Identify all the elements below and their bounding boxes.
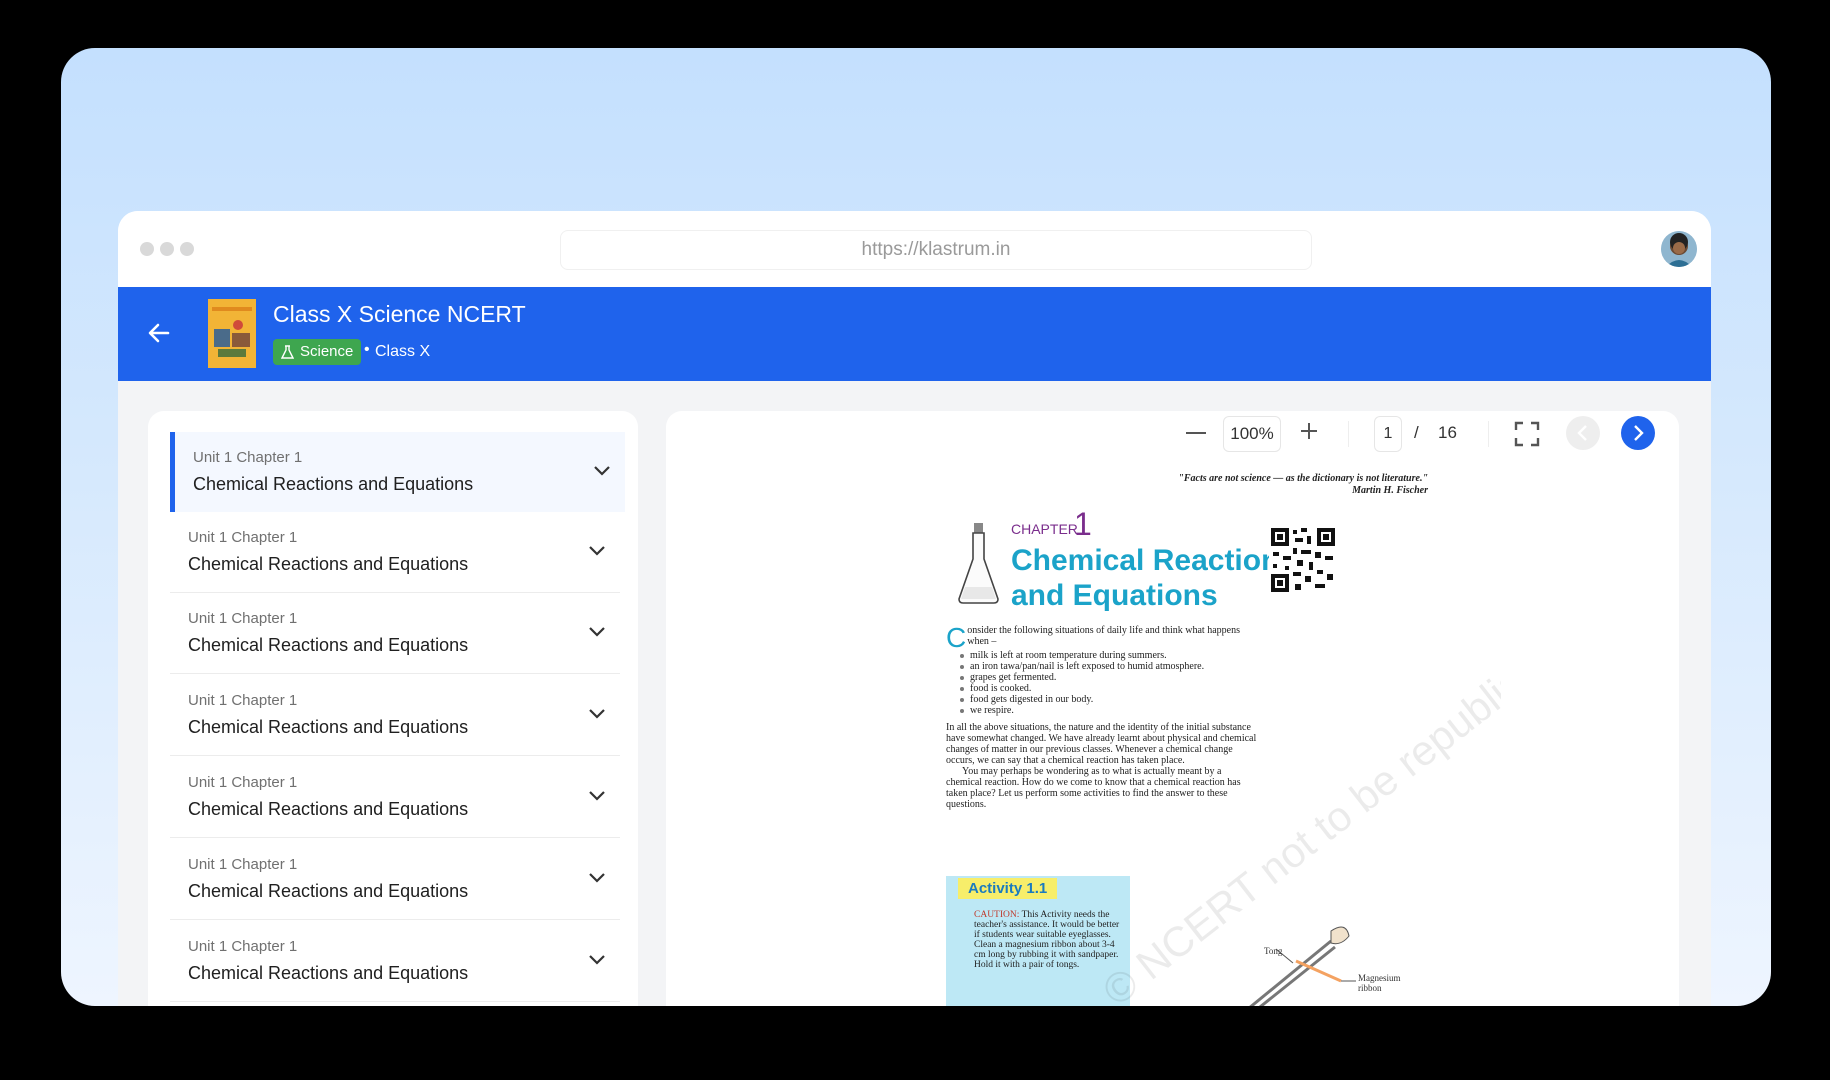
chapter-item[interactable]: Unit 1 Chapter 1 Chemical Reactions and … bbox=[170, 512, 620, 593]
activity-title: Activity 1.1 bbox=[958, 878, 1058, 899]
chapter-title: Chemical Reactions and Equations bbox=[188, 881, 469, 901]
list-item: milk is left at room temperature during … bbox=[960, 650, 1258, 661]
chevron-down-icon[interactable] bbox=[588, 872, 606, 884]
chapter-unit: Unit 1 Chapter 1 bbox=[188, 692, 298, 709]
chapter-unit: Unit 1 Chapter 1 bbox=[193, 449, 303, 466]
header-separator: • bbox=[364, 341, 370, 358]
chapter-body: Consider the following situations of dai… bbox=[946, 622, 1258, 811]
activity-step: Hold it with a pair of tongs. bbox=[974, 960, 1080, 970]
chapter-item[interactable]: Unit 1 Chapter 1 Chemical Reactions and … bbox=[170, 921, 620, 1002]
situation-list: milk is left at room temperature during … bbox=[960, 650, 1258, 716]
user-avatar[interactable] bbox=[1661, 231, 1697, 267]
activity-step: Clean a magnesium ribbon about 3-4 cm lo… bbox=[974, 940, 1119, 960]
flask-icon bbox=[281, 344, 294, 359]
chapter-item[interactable]: Unit 1 Chapter 1 Chemical Reactions and … bbox=[170, 675, 620, 756]
list-item: food gets digested in our body. bbox=[960, 694, 1258, 705]
subject-label: Science bbox=[300, 343, 354, 360]
chevron-right-icon bbox=[1634, 425, 1644, 441]
backdrop: https://klastrum.in Class X Science NCER… bbox=[61, 48, 1771, 1006]
chapter-item[interactable]: Unit 1 Chapter 1 Chemical Reactions and … bbox=[170, 432, 625, 512]
toolbar-divider bbox=[1348, 421, 1349, 447]
chapter-title: Chemical Reactions and Equations bbox=[188, 963, 469, 983]
chapter-heading: Chemical Reactions and Equations bbox=[1011, 543, 1296, 613]
quote-text: "Facts are not science — as the dictiona… bbox=[1178, 473, 1428, 484]
chevron-down-icon[interactable] bbox=[588, 708, 606, 720]
chevron-down-icon[interactable] bbox=[588, 626, 606, 638]
chapter-list: Unit 1 Chapter 1 Chemical Reactions and … bbox=[148, 411, 638, 1006]
book-cover-thumbnail bbox=[208, 299, 256, 368]
figure-label-tong: Tong bbox=[1264, 946, 1283, 956]
previous-page-button[interactable] bbox=[1566, 416, 1600, 450]
list-item: an iron tawa/pan/nail is left exposed to… bbox=[960, 661, 1258, 672]
chevron-down-icon[interactable] bbox=[588, 790, 606, 802]
pdf-viewer: 100% 1 / 16 "Facts are not science — as … bbox=[666, 411, 1679, 1006]
activity-text: CAUTION: This Activity needs the teacher… bbox=[974, 910, 1124, 970]
list-item: we respire. bbox=[960, 705, 1258, 716]
window-control-dot[interactable] bbox=[140, 242, 154, 256]
figure-label-ribbon: Magnesium ribbon bbox=[1358, 973, 1401, 993]
class-label: Class X bbox=[375, 343, 431, 360]
chapter-label: CHAPTER bbox=[1011, 521, 1078, 537]
chapter-item[interactable]: Unit 1 Chapter 1 Chemical Reactions and … bbox=[170, 839, 620, 920]
chapter-title: Chemical Reactions and Equations bbox=[188, 799, 469, 819]
toolbar-divider bbox=[1488, 421, 1489, 447]
conical-flask-icon bbox=[958, 523, 999, 604]
chapter-heading-line: and Equations bbox=[1011, 579, 1218, 612]
quote-author: Martin H. Fischer bbox=[1352, 485, 1428, 496]
zoom-level[interactable]: 100% bbox=[1223, 416, 1281, 452]
avatar-icon bbox=[1661, 231, 1697, 267]
main-content: Unit 1 Chapter 1 Chemical Reactions and … bbox=[118, 381, 1711, 1006]
chapter-unit: Unit 1 Chapter 1 bbox=[188, 610, 298, 627]
list-item: food is cooked. bbox=[960, 683, 1258, 694]
book-title: Class X Science NCERT bbox=[273, 301, 526, 327]
app-header: Class X Science NCERT Science • Class X bbox=[118, 287, 1711, 381]
book-cover-icon bbox=[208, 299, 256, 368]
intro-text: onsider the following situations of dail… bbox=[967, 625, 1240, 647]
page-separator: / bbox=[1414, 423, 1419, 442]
chevron-down-icon[interactable] bbox=[593, 465, 611, 477]
total-pages: 16 bbox=[1438, 423, 1457, 442]
chapter-heading-line: Chemical Reactions bbox=[1011, 544, 1297, 577]
window-control-dot[interactable] bbox=[180, 242, 194, 256]
document-page: "Facts are not science — as the dictiona… bbox=[856, 461, 1501, 1006]
zoom-in-icon[interactable] bbox=[1299, 421, 1319, 441]
window-control-dot[interactable] bbox=[160, 242, 174, 256]
address-bar[interactable]: https://klastrum.in bbox=[560, 230, 1312, 270]
chapter-quote: "Facts are not science — as the dictiona… bbox=[1178, 473, 1428, 497]
back-arrow-icon[interactable] bbox=[144, 317, 174, 349]
list-item: grapes get fermented. bbox=[960, 672, 1258, 683]
fullscreen-icon[interactable] bbox=[1514, 421, 1540, 447]
browser-window: https://klastrum.in Class X Science NCER… bbox=[118, 211, 1711, 1006]
chevron-down-icon[interactable] bbox=[588, 954, 606, 966]
qr-code-icon bbox=[1269, 526, 1337, 594]
chapter-unit: Unit 1 Chapter 1 bbox=[188, 774, 298, 791]
chapter-item[interactable]: Unit 1 Chapter 1 Chemical Reactions and … bbox=[170, 593, 620, 674]
chapter-title: Chemical Reactions and Equations bbox=[188, 717, 469, 737]
chevron-left-icon bbox=[1577, 425, 1587, 441]
drop-cap: C bbox=[946, 622, 967, 653]
next-page-button[interactable] bbox=[1621, 416, 1655, 450]
chapter-title: Chemical Reactions and Equations bbox=[188, 554, 469, 574]
page-number-input[interactable]: 1 bbox=[1374, 416, 1402, 452]
chapter-unit: Unit 1 Chapter 1 bbox=[188, 856, 298, 873]
chapter-unit: Unit 1 Chapter 1 bbox=[188, 938, 298, 955]
browser-chrome: https://klastrum.in bbox=[118, 211, 1711, 287]
paragraph: In all the above situations, the nature … bbox=[946, 722, 1257, 766]
chapter-number: 1 bbox=[1074, 506, 1092, 542]
chapter-item[interactable]: Unit 1 Chapter 1 Chemical Reactions and … bbox=[170, 757, 620, 838]
chapter-title: Chemical Reactions and Equations bbox=[188, 635, 469, 655]
paragraph: You may perhaps be wondering as to what … bbox=[946, 766, 1241, 810]
chapter-title: Chemical Reactions and Equations bbox=[193, 474, 474, 494]
caution-label: CAUTION: bbox=[974, 910, 1020, 920]
chevron-down-icon[interactable] bbox=[588, 545, 606, 557]
zoom-out-icon[interactable] bbox=[1186, 432, 1206, 434]
subject-badge: Science bbox=[273, 339, 362, 365]
chapter-unit: Unit 1 Chapter 1 bbox=[188, 529, 298, 546]
